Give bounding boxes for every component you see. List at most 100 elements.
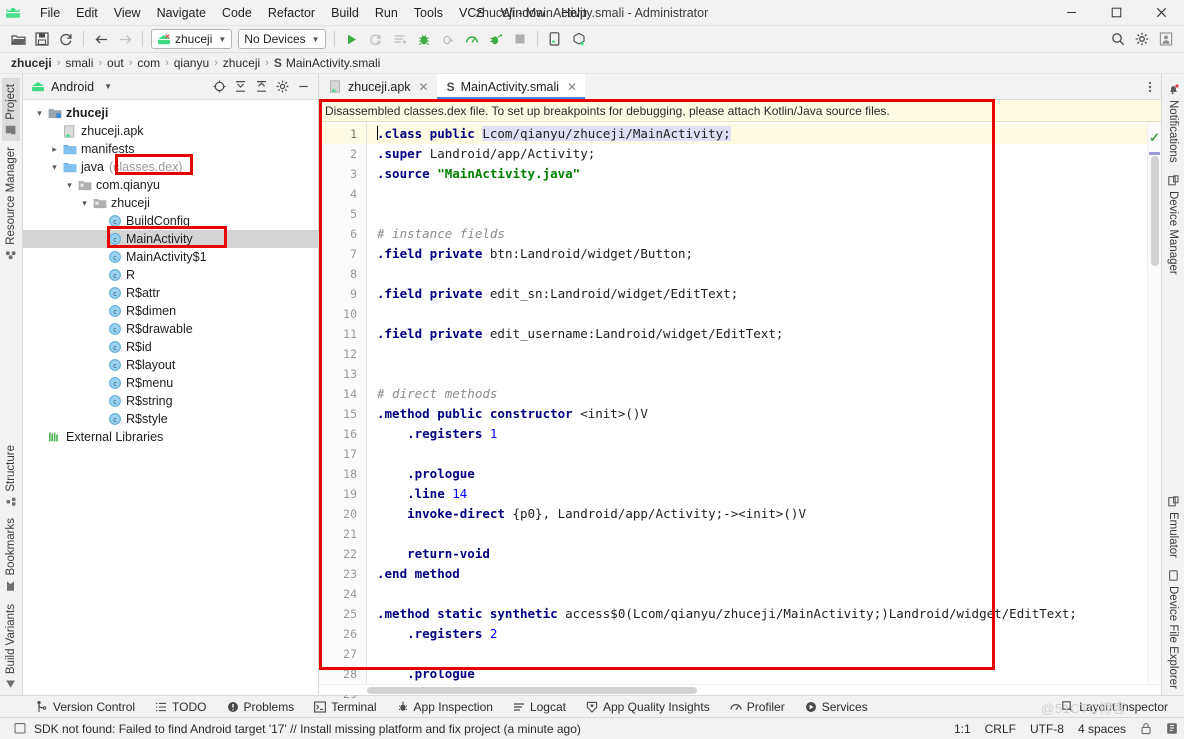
tree-node-external-libraries[interactable]: External Libraries [23,428,318,446]
menu-vcs[interactable]: VCS [451,3,493,23]
code-line[interactable]: .class public Lcom/qianyu/zhuceji/MainAc… [367,124,1147,144]
breadcrumb-file[interactable]: S MainActivity.smali [271,56,383,70]
maximize-button[interactable] [1094,0,1139,26]
code-line[interactable] [367,264,1147,284]
toolwindow-profiler[interactable]: Profiler [720,696,795,718]
status-message[interactable]: SDK not found: Failed to find Android ta… [34,722,581,736]
toolwindow-todo[interactable]: TODO [145,696,216,718]
tree-node-r-drawable[interactable]: cR$drawable [23,320,318,338]
sidebar-item-device-manager[interactable]: Device Manager [1164,169,1182,281]
tree-node-mainactivity-1[interactable]: cMainActivity$1 [23,248,318,266]
code-line[interactable]: .field private edit_username:Landroid/wi… [367,324,1147,344]
sidebar-item-bookmarks[interactable]: Bookmarks [2,512,20,598]
chevron-down-icon[interactable]: ▾ [78,198,91,209]
tree-node-r-string[interactable]: cR$string [23,392,318,410]
code-line[interactable]: .prologue [367,464,1147,484]
line-number[interactable]: 4 [319,184,366,204]
inspection-widget-icon[interactable] [1166,722,1178,735]
lock-icon[interactable] [1140,722,1152,735]
code-line[interactable]: .end method [367,564,1147,584]
project-view-selector[interactable]: Android ▼ [31,80,112,94]
indent-setting[interactable]: 4 spaces [1078,722,1126,736]
sidebar-item-emulator[interactable]: Emulator [1164,490,1182,564]
file-encoding[interactable]: UTF-8 [1030,722,1064,736]
horizontal-scrollbar-thumb[interactable] [367,687,697,694]
line-number-gutter[interactable]: 1234567891011121314151617181920212223242… [319,122,367,684]
project-tree[interactable]: ▾zhucejizhuceji.apk▸manifests▾java(class… [23,100,318,695]
breadcrumb-item-4[interactable]: qianyu [171,56,212,70]
code-line[interactable] [367,304,1147,324]
toolwindow-app-quality-insights[interactable]: App Quality Insights [576,696,720,718]
line-number[interactable]: 16 [319,424,366,444]
tree-node-manifests[interactable]: ▸manifests [23,140,318,158]
line-number[interactable]: 26 [319,624,366,644]
sidebar-item-notifications[interactable]: Notifications [1164,78,1182,169]
close-icon[interactable]: ✕ [419,80,429,94]
line-number[interactable]: 22 [319,544,366,564]
line-number[interactable]: 25 [319,604,366,624]
line-number[interactable]: 12 [319,344,366,364]
code-line[interactable] [367,204,1147,224]
line-number[interactable]: 11 [319,324,366,344]
menu-file[interactable]: File [32,3,68,23]
sidebar-item-project[interactable]: Project [2,78,20,141]
settings-gear-icon[interactable] [272,77,293,97]
tree-node-r[interactable]: cR [23,266,318,284]
editor-error-stripe[interactable]: ✓ [1147,122,1161,684]
menu-tools[interactable]: Tools [406,3,451,23]
line-number[interactable]: 2 [319,144,366,164]
sync-icon[interactable] [55,29,77,50]
attach-debugger-icon[interactable] [437,29,459,50]
code-line[interactable]: .field private btn:Landroid/widget/Butto… [367,244,1147,264]
menu-build[interactable]: Build [323,3,367,23]
code-line[interactable]: .method public constructor <init>()V [367,404,1147,424]
chevron-right-icon[interactable]: ▸ [48,144,61,155]
editor-tab-zhuceji-apk[interactable]: zhuceji.apk ✕ [319,74,437,99]
tree-node-mainactivity[interactable]: cMainActivity [23,230,318,248]
debug-icon[interactable] [413,29,435,50]
line-number[interactable]: 17 [319,444,366,464]
menu-code[interactable]: Code [214,3,260,23]
toolwindow-services[interactable]: Services [795,696,878,718]
editor-tab-mainactivity-smali[interactable]: S MainActivity.smali ✕ [437,74,585,99]
line-number[interactable]: 21 [319,524,366,544]
sidebar-item-device-file-explorer[interactable]: Device File Explorer [1164,564,1182,695]
breadcrumb-item-5[interactable]: zhuceji [220,56,263,70]
code-line[interactable]: .prologue [367,664,1147,684]
menu-edit[interactable]: Edit [68,3,106,23]
code-line[interactable]: .source "MainActivity.java" [367,164,1147,184]
close-button[interactable] [1139,0,1184,26]
code-line[interactable]: # direct methods [367,384,1147,404]
horizontal-scrollbar[interactable] [319,684,1161,695]
breadcrumb-item-1[interactable]: smali [62,56,96,70]
code-line[interactable]: .line 14 [367,484,1147,504]
line-number[interactable]: 1 [319,124,366,144]
toolwindow-app-inspection[interactable]: App Inspection [387,696,503,718]
line-number[interactable]: 9 [319,284,366,304]
line-number[interactable]: 3 [319,164,366,184]
chevron-down-icon[interactable]: ▾ [63,180,76,191]
tree-node-zhuceji[interactable]: ▾zhuceji [23,104,318,122]
code-line[interactable]: .registers 1 [367,424,1147,444]
sidebar-item-build-variants[interactable]: Build Variants [2,598,20,695]
settings-gear-icon[interactable] [1131,29,1153,50]
code-line[interactable] [367,364,1147,384]
code-line[interactable] [367,644,1147,664]
line-separator[interactable]: CRLF [985,722,1016,736]
code-line[interactable]: .field private edit_sn:Landroid/widget/E… [367,284,1147,304]
code-line[interactable] [367,344,1147,364]
caret-position[interactable]: 1:1 [954,722,971,736]
back-arrow-icon[interactable] [90,29,112,50]
menu-view[interactable]: View [106,3,149,23]
line-number[interactable]: 24 [319,584,366,604]
save-icon[interactable] [31,29,53,50]
account-icon[interactable] [1155,29,1177,50]
menu-window[interactable]: Window [493,3,553,23]
toolwindow-logcat[interactable]: Logcat [503,696,576,718]
line-number[interactable]: 5 [319,204,366,224]
device-manager-icon[interactable] [544,29,566,50]
code-line[interactable]: # instance fields [367,224,1147,244]
apply-changes-icon[interactable]: A [365,29,387,50]
editor-tab-overflow[interactable] [1143,74,1161,99]
sdk-manager-icon[interactable] [568,29,590,50]
